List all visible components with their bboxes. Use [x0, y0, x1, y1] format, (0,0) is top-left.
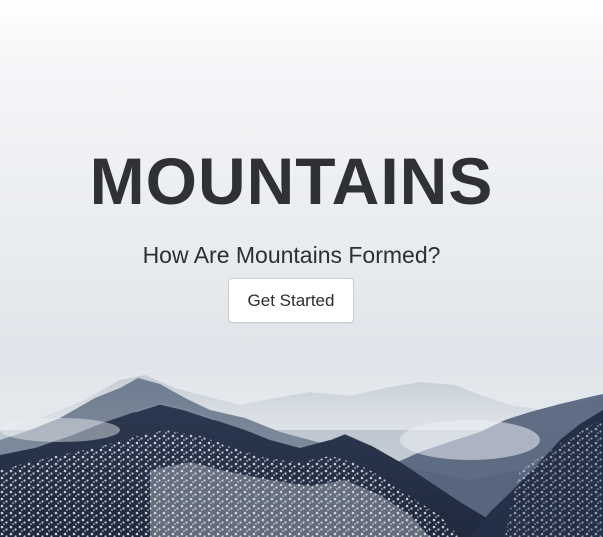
hero-subtitle: How Are Mountains Formed?	[142, 242, 441, 268]
hero-title: MOUNTAINS	[89, 144, 494, 218]
hero-section: MOUNTAINS How Are Mountains Formed? Get …	[0, 0, 603, 537]
get-started-button[interactable]: Get Started	[228, 278, 354, 323]
